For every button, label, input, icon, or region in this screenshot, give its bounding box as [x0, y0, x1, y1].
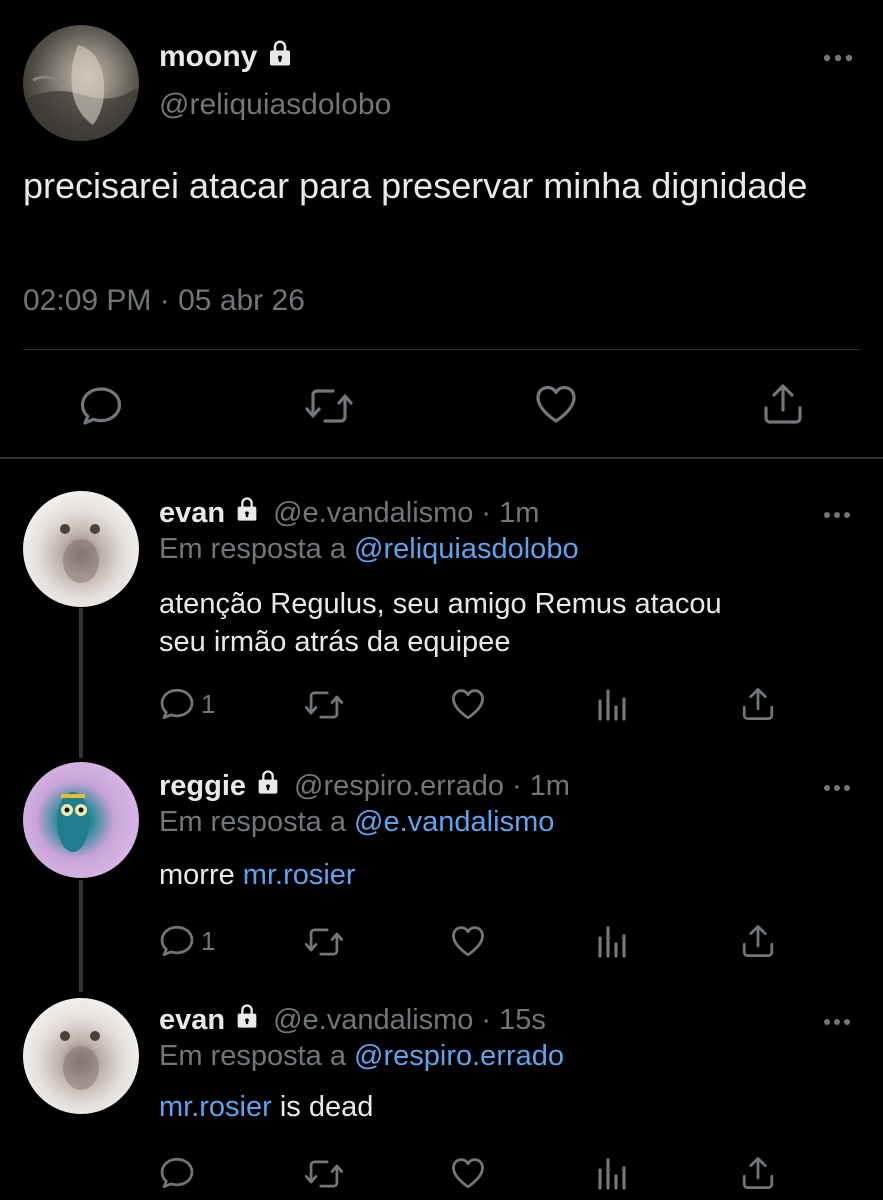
- retweet-icon: [304, 691, 344, 719]
- analytics-button[interactable]: [597, 1156, 629, 1190]
- section-divider: [0, 457, 883, 459]
- retweet-icon: [304, 928, 344, 956]
- more-options-icon[interactable]: [823, 1014, 851, 1032]
- share-icon: [742, 688, 774, 720]
- reply-tweet[interactable]: evan @e.vandalismo · 15s Em resposta a @…: [0, 998, 883, 1200]
- meta-separator: ·: [512, 769, 522, 802]
- meta-separator: ·: [159, 284, 170, 317]
- reply-prefix: Em resposta a: [159, 1040, 346, 1072]
- reply-tweet[interactable]: reggie @respiro.errado · 1m Em resposta …: [0, 762, 883, 988]
- reply-header: reggie @respiro.errado · 1m: [159, 768, 570, 804]
- like-icon: [452, 926, 484, 957]
- share-button[interactable]: [762, 382, 804, 426]
- retweet-button[interactable]: [303, 385, 355, 427]
- author-handle[interactable]: @respiro.errado: [294, 770, 504, 803]
- analytics-icon: [598, 689, 626, 721]
- reply-count: 1: [201, 688, 216, 719]
- reply-text: mr.rosier is dead: [159, 1088, 373, 1126]
- reply-text-line: seu irmão atrás da equipee: [159, 626, 511, 658]
- reply-to-link[interactable]: @reliquiasdolobo: [354, 533, 579, 565]
- avatar[interactable]: [23, 491, 139, 607]
- author-handle[interactable]: @reliquiasdolobo: [159, 88, 391, 122]
- relative-time[interactable]: 15s: [499, 1004, 546, 1037]
- more-options-icon[interactable]: [823, 780, 851, 798]
- lock-icon: [233, 1002, 261, 1038]
- meta-separator: ·: [481, 1003, 492, 1036]
- like-icon: [452, 689, 484, 720]
- meta-separator: ·: [481, 496, 492, 529]
- lock-icon: [233, 495, 261, 531]
- analytics-icon: [598, 1158, 626, 1190]
- relative-time[interactable]: 1m: [530, 770, 570, 803]
- author-name[interactable]: reggie: [159, 770, 246, 803]
- like-button[interactable]: [450, 924, 486, 958]
- reply-text-line: atenção Regulus, seu amigo Remus atacou: [159, 588, 722, 620]
- reply-prefix: Em resposta a: [159, 806, 346, 838]
- reply-context: Em resposta a @respiro.errado: [159, 1040, 564, 1073]
- author-name[interactable]: evan: [159, 1004, 225, 1037]
- tweet-meta: 02:09 PM · 05 abr 26: [23, 284, 305, 318]
- retweet-button[interactable]: [303, 1157, 345, 1191]
- author-handle[interactable]: @e.vandalismo: [273, 1004, 473, 1037]
- divider: [23, 349, 860, 350]
- reply-header: evan @e.vandalismo · 15s: [159, 1002, 546, 1038]
- reply-text-plain: morre: [159, 859, 235, 891]
- share-icon: [764, 384, 802, 424]
- retweet-icon: [304, 1160, 344, 1188]
- reply-count: 1: [201, 925, 216, 956]
- more-options-icon[interactable]: [823, 50, 853, 68]
- mention-link[interactable]: mr.rosier: [243, 859, 356, 891]
- reply-header: evan @e.vandalismo · 1m: [159, 495, 539, 531]
- analytics-button[interactable]: [597, 924, 629, 958]
- like-button[interactable]: [450, 1156, 486, 1190]
- like-icon: [536, 385, 576, 423]
- reply-tweet[interactable]: evan @e.vandalismo · 1m Em resposta a @r…: [0, 491, 883, 735]
- like-button[interactable]: [450, 687, 486, 721]
- reply-text: atenção Regulus, seu amigo Remus atacou …: [159, 585, 722, 661]
- reply-text: morre mr.rosier: [159, 856, 356, 894]
- reply-button[interactable]: [159, 1156, 195, 1190]
- analytics-icon: [598, 926, 626, 958]
- reply-text-plain: is dead: [279, 1091, 374, 1123]
- timestamp[interactable]: 02:09 PM: [23, 284, 151, 317]
- reply-button[interactable]: [79, 385, 123, 427]
- reply-button[interactable]: 1: [159, 687, 215, 721]
- reply-icon: [160, 688, 194, 720]
- avatar[interactable]: [23, 762, 139, 878]
- retweet-button[interactable]: [303, 688, 345, 722]
- mention-link[interactable]: mr.rosier: [159, 1091, 272, 1123]
- retweet-button[interactable]: [303, 925, 345, 959]
- reply-icon: [160, 1157, 194, 1189]
- reply-to-link[interactable]: @e.vandalismo: [354, 806, 554, 838]
- share-button[interactable]: [741, 923, 775, 959]
- relative-time[interactable]: 1m: [499, 497, 539, 530]
- main-tweet: moony @reliquiasdolobo precisarei atacar…: [0, 0, 883, 458]
- reply-icon: [80, 387, 122, 425]
- author-handle[interactable]: @e.vandalismo: [273, 497, 473, 530]
- reply-context: Em resposta a @e.vandalismo: [159, 806, 554, 839]
- analytics-button[interactable]: [597, 687, 629, 721]
- share-icon: [742, 925, 774, 957]
- reply-prefix: Em resposta a: [159, 533, 346, 565]
- author-name[interactable]: evan: [159, 497, 225, 530]
- like-icon: [452, 1158, 484, 1189]
- avatar[interactable]: [23, 998, 139, 1114]
- lock-icon: [265, 38, 295, 76]
- reply-to-link[interactable]: @respiro.errado: [354, 1040, 564, 1072]
- avatar[interactable]: [23, 25, 139, 141]
- tweet-thread-page: moony @reliquiasdolobo precisarei atacar…: [0, 0, 883, 1200]
- tweet-text: precisarei atacar para preservar minha d…: [23, 165, 808, 206]
- more-options-icon[interactable]: [823, 507, 851, 525]
- share-button[interactable]: [741, 1155, 775, 1191]
- share-button[interactable]: [741, 686, 775, 722]
- reply-icon: [160, 925, 194, 957]
- like-button[interactable]: [534, 383, 578, 425]
- retweet-icon: [305, 389, 353, 423]
- date[interactable]: 05 abr 26: [178, 284, 305, 317]
- lock-icon: [254, 768, 282, 804]
- reply-context: Em resposta a @reliquiasdolobo: [159, 533, 579, 566]
- reply-button[interactable]: 1: [159, 924, 215, 958]
- author-name[interactable]: moony: [159, 38, 295, 76]
- share-icon: [742, 1157, 774, 1189]
